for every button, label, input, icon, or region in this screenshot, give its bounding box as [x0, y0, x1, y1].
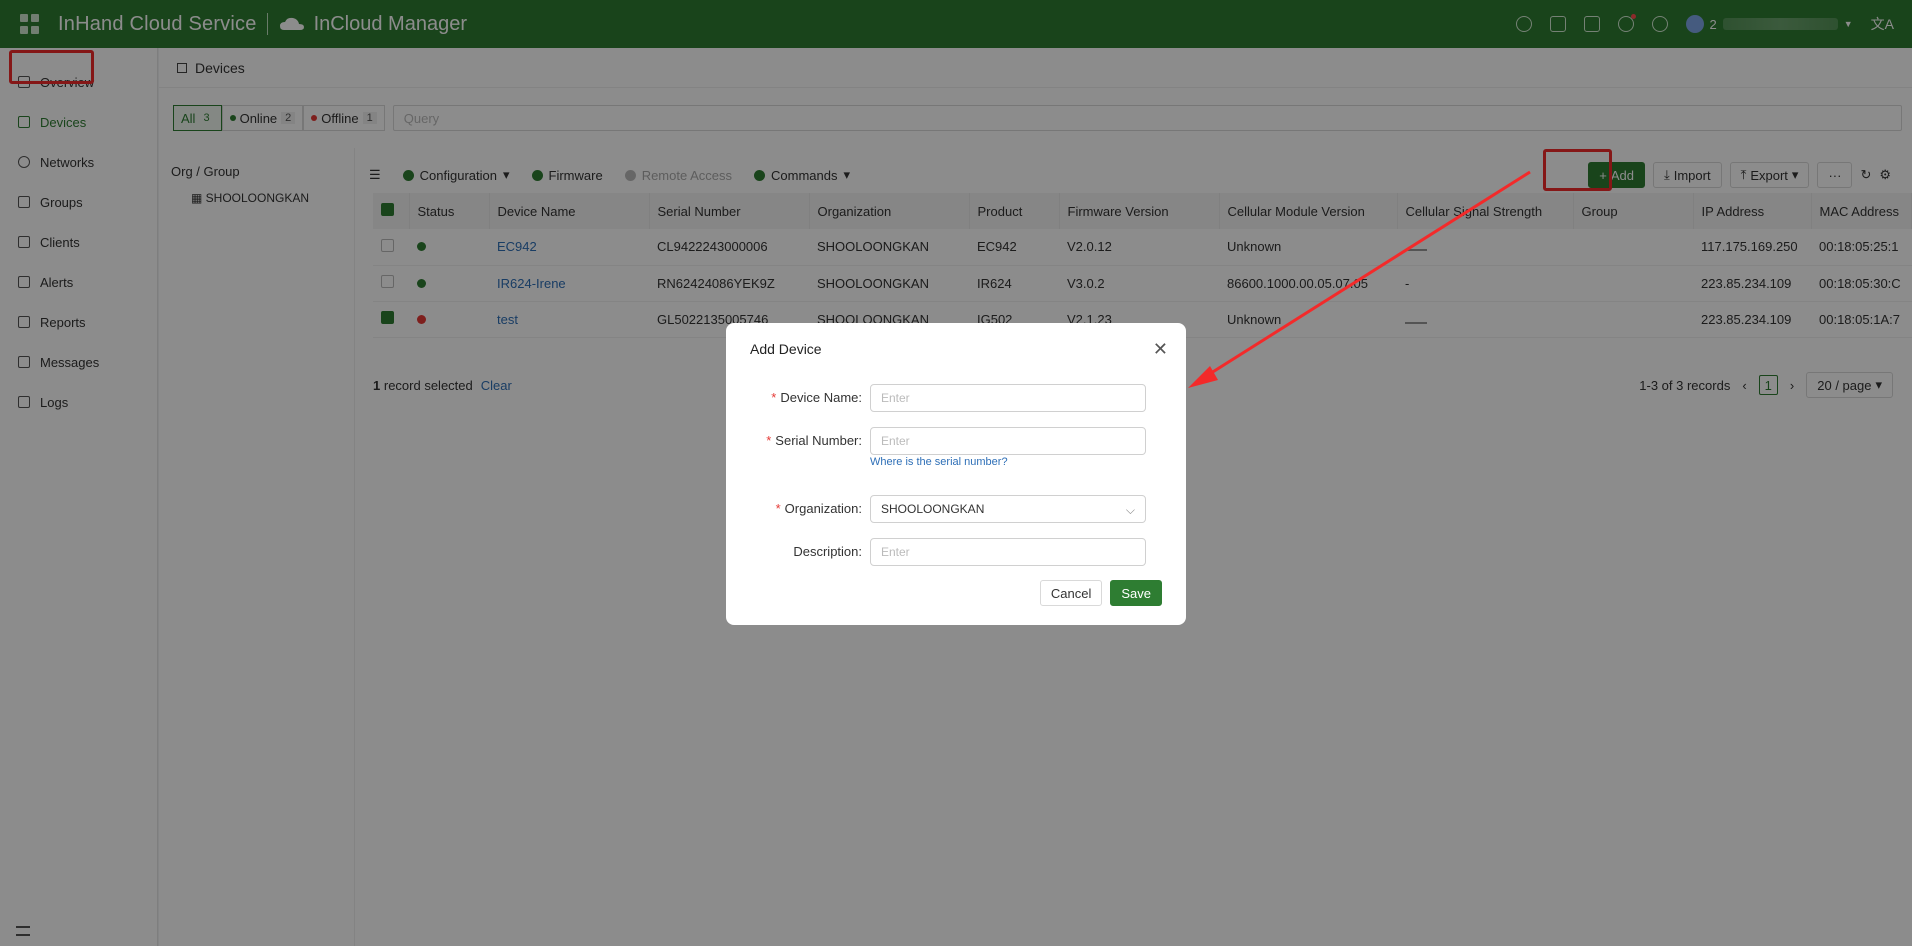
serial-number-row: * Serial Number: Enter [726, 427, 1186, 457]
modal-footer: Cancel Save [1039, 580, 1162, 606]
description-input[interactable]: Enter [870, 538, 1146, 566]
organization-row: * Organization: SHOOLOONGKAN ⌵ [726, 495, 1186, 525]
chevron-down-icon: ⌵ [1125, 503, 1135, 517]
add-device-modal: Add Device ✕ * Device Name: Enter * Serial… [726, 323, 1186, 625]
device-name-label: * Device Name: [771, 390, 862, 405]
cancel-button[interactable]: Cancel [1039, 580, 1103, 606]
description-row: Description: Enter [726, 538, 1186, 568]
description-label: Description: [793, 544, 862, 559]
device-name-input[interactable]: Enter [870, 384, 1146, 412]
organization-select[interactable]: SHOOLOONGKAN ⌵ [870, 495, 1146, 523]
organization-label: * Organization: [775, 501, 862, 516]
serial-help-link[interactable]: Where is the serial number? [870, 456, 1008, 468]
serial-number-input[interactable]: Enter [870, 427, 1146, 455]
device-name-row: * Device Name: Enter [726, 384, 1186, 414]
modal-title: Add Device [750, 341, 822, 357]
close-icon[interactable]: ✕ [1153, 339, 1168, 360]
serial-number-label: * Serial Number: [766, 433, 862, 448]
save-button[interactable]: Save [1110, 580, 1162, 606]
